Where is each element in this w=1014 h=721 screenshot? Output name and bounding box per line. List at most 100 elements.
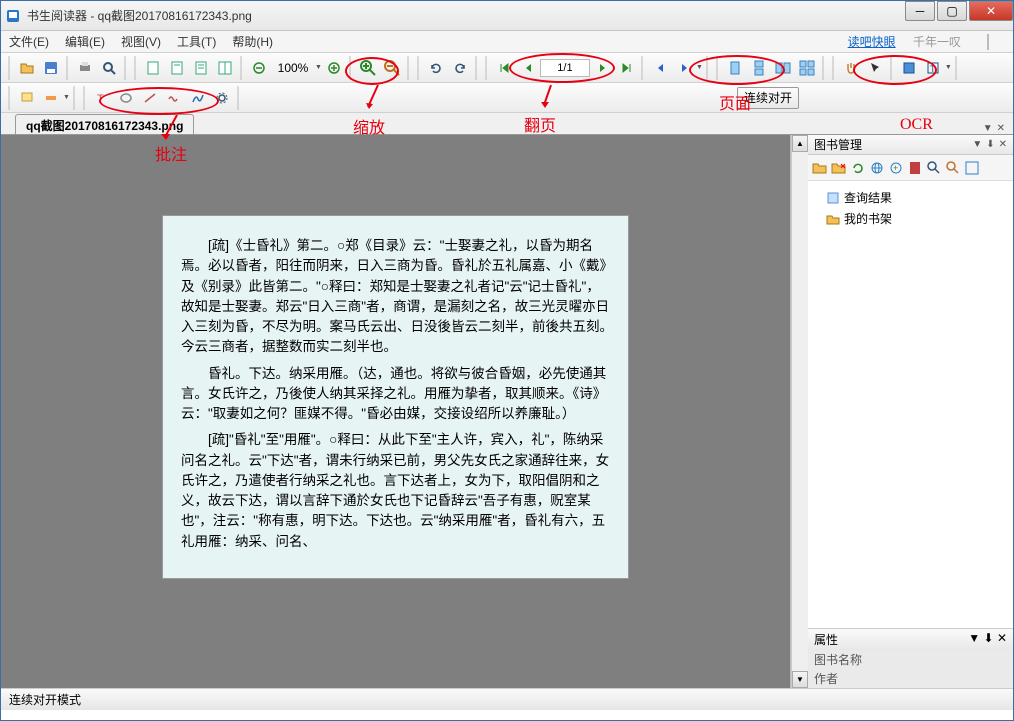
document-page: [疏]《士昏礼》第二。○郑《目录》云："士娶妻之礼，以昏为期名焉。必以昏者，阳往…: [162, 215, 629, 579]
close-button[interactable]: ✕: [969, 1, 1013, 21]
zoom-in-small-icon[interactable]: [323, 57, 345, 79]
nav-dropdown[interactable]: ▼: [696, 64, 703, 71]
tab-dropdown-icon[interactable]: ▼: [983, 123, 993, 134]
ocr-full-icon[interactable]: T: [922, 57, 944, 79]
side-globe-icon[interactable]: [869, 160, 885, 176]
tree-item-shelf[interactable]: 我的书架: [814, 208, 1007, 229]
highlight-icon[interactable]: [40, 87, 62, 109]
gear-icon[interactable]: [211, 87, 233, 109]
link-qiannian[interactable]: 千年一叹: [913, 35, 961, 49]
prop-close-icon[interactable]: ✕: [997, 631, 1007, 645]
ink-tool-icon[interactable]: [187, 87, 209, 109]
note-icon[interactable]: [16, 87, 38, 109]
para-1: [疏]《士昏礼》第二。○郑《目录》云："士娶妻之礼，以昏为期名焉。必以昏者，阳往…: [181, 236, 610, 358]
prop-bookname-label: 图书名称: [814, 651, 874, 668]
svg-text:T: T: [930, 64, 936, 74]
line-tool-icon[interactable]: [139, 87, 161, 109]
doc-icon-3[interactable]: [190, 57, 212, 79]
vertical-scrollbar[interactable]: ▲ ▼: [791, 135, 808, 688]
highlight-dropdown[interactable]: ▼: [63, 94, 70, 101]
scroll-down-icon[interactable]: ▼: [792, 671, 808, 688]
para-3: [疏]"昏礼"至"用雁"。○释曰：从此下至"主人许，宾入，礼"，陈纳采问名之礼。…: [181, 430, 610, 552]
side-delete-icon[interactable]: [831, 160, 847, 176]
app-icon: [5, 8, 21, 24]
open-icon[interactable]: [16, 57, 38, 79]
menu-help[interactable]: 帮助(H): [232, 33, 273, 50]
side-book-icon[interactable]: [907, 160, 923, 176]
side-panel: 图书管理 ▼ ⬇ ✕ + 查询结果 我的书架: [808, 135, 1013, 688]
minimize-button[interactable]: ─: [905, 1, 935, 21]
zoom-dropdown[interactable]: ▼: [315, 64, 322, 71]
next-page-icon[interactable]: [591, 57, 613, 79]
side-add-icon[interactable]: +: [888, 160, 904, 176]
document-viewer[interactable]: [疏]《士昏礼》第二。○郑《目录》云："士娶妻之礼，以昏为期名焉。必以昏者，阳往…: [1, 135, 791, 688]
document-tab-bar: qq截图20170816172343.png ▼ ✕: [1, 113, 1013, 135]
layout-continuous-facing-icon[interactable]: [796, 57, 818, 79]
search-icon[interactable]: [98, 57, 120, 79]
ocr-area-icon[interactable]: [898, 57, 920, 79]
side-toolbar: +: [808, 155, 1013, 181]
continuous-facing-button[interactable]: 连续对开: [737, 87, 799, 109]
svg-text:T: T: [97, 93, 104, 105]
page-number-input[interactable]: [540, 59, 590, 77]
tree-item-results[interactable]: 查询结果: [814, 187, 1007, 208]
rotate-left-icon[interactable]: [425, 57, 447, 79]
properties-title: 属性: [814, 631, 838, 648]
menu-file[interactable]: 文件(E): [9, 33, 49, 50]
maximize-button[interactable]: ▢: [937, 1, 967, 21]
menu-view[interactable]: 视图(V): [121, 33, 161, 50]
side-refresh-icon[interactable]: [850, 160, 866, 176]
status-bar: 连续对开模式: [1, 688, 1013, 710]
first-page-icon[interactable]: [493, 57, 515, 79]
nav-forward-icon[interactable]: [673, 57, 695, 79]
window-title: 书生阅读器 - qq截图20170816172343.png: [27, 7, 1009, 24]
save-icon[interactable]: [40, 57, 62, 79]
zoom-out-big-icon[interactable]: [381, 57, 403, 79]
text-tool-icon[interactable]: T: [91, 87, 113, 109]
search-box[interactable]: [987, 34, 989, 50]
menu-bar: 文件(E) 编辑(E) 视图(V) 工具(T) 帮助(H) 读吧快眼 千年一叹: [1, 31, 1013, 53]
para-2: 昏礼。下达。纳采用雁。（达，通也。将欲与彼合昏姻，必先使通其言。女氏许之，乃後使…: [181, 364, 610, 425]
pointer-tool-icon[interactable]: [864, 57, 886, 79]
print-icon[interactable]: [74, 57, 96, 79]
side-search2-icon[interactable]: [945, 160, 961, 176]
document-tab[interactable]: qq截图20170816172343.png: [15, 114, 194, 134]
menu-tools[interactable]: 工具(T): [177, 33, 216, 50]
last-page-icon[interactable]: [615, 57, 637, 79]
nav-back-icon[interactable]: [649, 57, 671, 79]
doc-icon-2[interactable]: [166, 57, 188, 79]
prev-page-icon[interactable]: [517, 57, 539, 79]
status-mode: 连续对开模式: [9, 691, 81, 708]
prop-author-label: 作者: [814, 670, 874, 687]
title-bar: 书生阅读器 - qq截图20170816172343.png ─ ▢ ✕: [1, 1, 1013, 31]
zoom-out-small-icon[interactable]: [248, 57, 270, 79]
doc-icon-1[interactable]: [142, 57, 164, 79]
side-search-icon[interactable]: [926, 160, 942, 176]
menu-edit[interactable]: 编辑(E): [65, 33, 105, 50]
rotate-right-icon[interactable]: [449, 57, 471, 79]
circle-tool-icon[interactable]: [115, 87, 137, 109]
ocr-dropdown[interactable]: ▼: [945, 64, 952, 71]
link-duba[interactable]: 读吧快眼: [848, 35, 896, 49]
layout-continuous-icon[interactable]: [748, 57, 770, 79]
squiggle-tool-icon[interactable]: [163, 87, 185, 109]
scroll-up-icon[interactable]: ▲: [792, 135, 808, 152]
toolbar-annotate: ▼ T 连续对开: [1, 83, 1013, 113]
tab-close-icon[interactable]: ✕: [997, 123, 1005, 134]
doc-icon-4[interactable]: [214, 57, 236, 79]
panel-close-icon[interactable]: ✕: [999, 139, 1007, 150]
prop-dropdown-icon[interactable]: ▼: [968, 631, 980, 645]
zoom-level-indicator: 100%: [271, 61, 315, 75]
panel-dropdown-icon[interactable]: ▼: [972, 139, 982, 150]
toolbar-main: 100% ▼ ▼ T ▼: [1, 53, 1013, 83]
hand-tool-icon[interactable]: [840, 57, 862, 79]
layout-facing-icon[interactable]: [772, 57, 794, 79]
zoom-in-big-icon[interactable]: [357, 57, 379, 79]
properties-panel: 属性 ▼ ⬇ ✕ 图书名称 作者: [808, 628, 1013, 688]
panel-pin-icon[interactable]: ⬇: [986, 139, 994, 150]
prop-pin-icon[interactable]: ⬇: [984, 631, 994, 645]
layout-single-icon[interactable]: [724, 57, 746, 79]
side-open-icon[interactable]: [812, 160, 828, 176]
book-tree[interactable]: 查询结果 我的书架: [808, 181, 1013, 628]
side-more-icon[interactable]: [964, 160, 980, 176]
